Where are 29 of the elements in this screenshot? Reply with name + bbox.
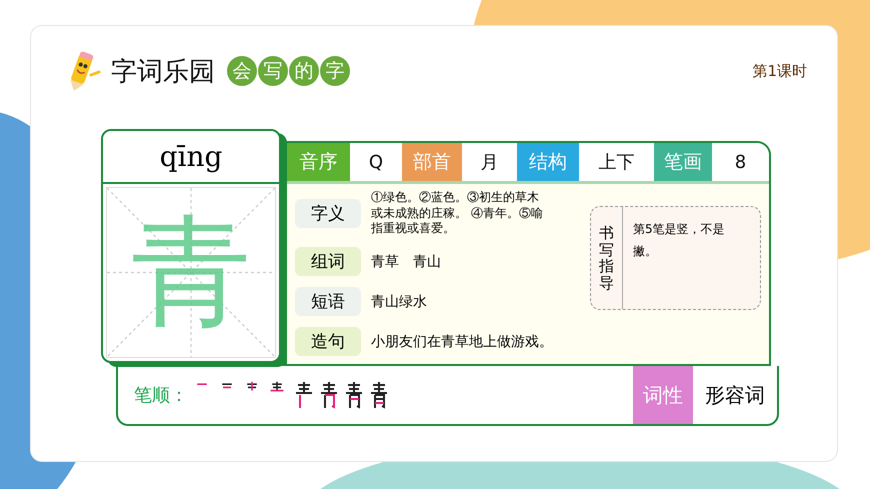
entry-label: 组词 — [295, 247, 361, 276]
fact-value: Q — [368, 150, 384, 174]
fact-label: 笔画 — [654, 143, 712, 181]
guide-label: 书写指导 — [590, 207, 623, 309]
fact-value: 8 — [734, 150, 748, 174]
part-of-speech-label: 词性 — [633, 366, 693, 424]
entry-text: ①绿色。②蓝色。③初生的草木或未成熟的庄稼。 ④青年。⑤喻指重视或喜爱。 — [371, 190, 544, 237]
section-title: 字词乐园 — [111, 56, 215, 88]
fact-value: 月 — [480, 151, 500, 175]
title-badge: 的 — [289, 56, 319, 86]
entry-label: 造句 — [295, 327, 361, 356]
character-glyph: 青 — [131, 212, 251, 332]
entry-label: 短语 — [295, 287, 361, 316]
title-badge: 写 — [258, 56, 288, 86]
part-of-speech-value: 形容词 — [704, 382, 766, 408]
entry-text: 青山绿水 — [371, 292, 427, 311]
fact-label: 结构 — [517, 143, 579, 181]
pinyin-text: qīng — [160, 140, 222, 173]
entry-text: 青草 青山 — [371, 252, 441, 271]
stroke-order-label: 笔顺： — [134, 384, 188, 407]
title-badge: 会 — [227, 56, 257, 86]
guide-text: 第5笔是竖，不是撇。 — [632, 221, 726, 260]
fact-label: 部首 — [402, 143, 462, 181]
entry-label: 字义 — [295, 198, 361, 228]
lesson-label: 第1课时 — [752, 62, 807, 80]
title-badge: 字 — [320, 56, 350, 86]
fact-value: 上下 — [598, 151, 636, 175]
entry-text: 小朋友们在青草地上做游戏。 — [371, 332, 553, 351]
fact-label: 音序 — [287, 143, 350, 181]
